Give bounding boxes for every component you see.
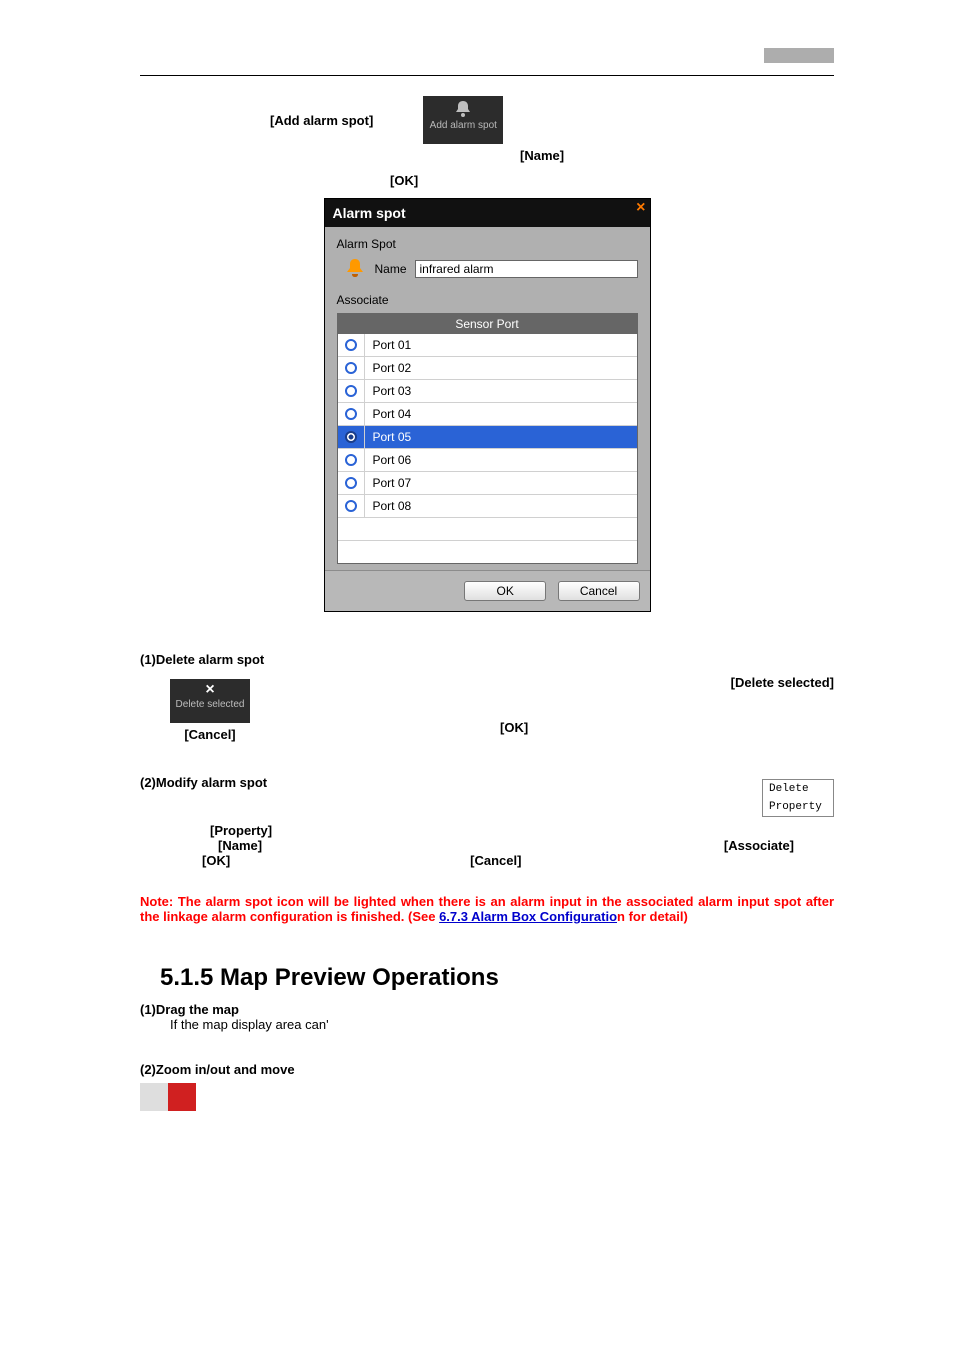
alarm-icon [343, 257, 367, 281]
radio-icon[interactable] [345, 385, 357, 397]
swatch-grey [140, 1083, 168, 1111]
note-text: Note: The alarm spot icon will be lighte… [140, 894, 834, 924]
group-alarm-spot-label: Alarm Spot [337, 237, 638, 251]
heading-drag-the-map: (1)Drag the map [140, 1002, 834, 1017]
link-alarm-box-config[interactable]: 6.7.3 Alarm Box Configuratio [439, 909, 617, 924]
radio-icon[interactable] [345, 408, 357, 420]
cancel-button[interactable]: Cancel [558, 581, 640, 601]
delete-selected-tile[interactable]: × Delete selected [170, 679, 250, 723]
port-label: Port 04 [365, 407, 637, 421]
port-row[interactable]: Port 08 [338, 494, 637, 517]
port-row[interactable]: Port 01 [338, 334, 637, 356]
bell-icon [453, 100, 473, 118]
radio-icon[interactable] [345, 477, 357, 489]
label-associate: [Associate] [724, 838, 794, 853]
heading-delete-alarm-spot: (1)Delete alarm spot [140, 652, 834, 667]
label-add-alarm-spot: [Add alarm spot] [270, 113, 373, 128]
ok-button[interactable]: OK [464, 581, 546, 601]
add-alarm-spot-tile-label: Add alarm spot [430, 120, 497, 131]
sensor-port-header: Sensor Port [338, 314, 637, 334]
port-label: Port 01 [365, 338, 637, 352]
label-ok-top: [OK] [390, 173, 418, 188]
sensor-port-table: Sensor Port Port 01 Port 02 Port 03 Port 04… [337, 313, 638, 564]
dialog-titlebar: Alarm spot × [325, 199, 650, 227]
name-field-label: Name [375, 262, 407, 276]
heading-5-1-5: 5.1.5 Map Preview Operations [160, 964, 834, 992]
label-ok-2: [OK] [500, 720, 528, 735]
header-grey-block [764, 48, 834, 63]
port-row[interactable]: Port 04 [338, 402, 637, 425]
dialog-title-text: Alarm spot [333, 205, 406, 221]
port-label: Port 08 [365, 499, 637, 513]
radio-icon[interactable] [345, 454, 357, 466]
port-label: Port 05 [365, 430, 637, 444]
port-label: Port 03 [365, 384, 637, 398]
radio-icon[interactable] [345, 339, 357, 351]
context-menu: Delete Property [762, 779, 834, 817]
label-name: [Name] [520, 148, 564, 163]
label-delete-selected: [Delete selected] [731, 675, 834, 690]
associate-label: Associate [337, 293, 638, 307]
text-drag-body: If the map display area can' [170, 1017, 834, 1032]
heading-zoom-in-out: (2)Zoom in/out and move [140, 1062, 834, 1077]
radio-icon[interactable] [345, 431, 357, 443]
close-x-icon: × [170, 683, 250, 697]
label-cancel-1: [Cancel] [184, 727, 235, 742]
heading-modify-alarm-spot: (2)Modify alarm spot [140, 775, 762, 790]
port-label: Port 06 [365, 453, 637, 467]
port-label: Port 02 [365, 361, 637, 375]
label-name-2: [Name] [218, 838, 262, 853]
port-row[interactable]: Port 02 [338, 356, 637, 379]
port-label: Port 07 [365, 476, 637, 490]
header-rule [140, 75, 834, 76]
label-ok-3: [OK] [202, 853, 230, 868]
add-alarm-spot-tile[interactable]: Add alarm spot [423, 96, 503, 144]
name-input[interactable] [415, 260, 638, 278]
ctx-menu-property[interactable]: Property [763, 798, 833, 816]
delete-selected-tile-label: Delete selected [176, 699, 245, 710]
ctx-menu-delete[interactable]: Delete [763, 780, 833, 798]
close-icon[interactable]: × [636, 201, 645, 215]
label-cancel-2: [Cancel] [470, 853, 521, 868]
port-row[interactable]: Port 07 [338, 471, 637, 494]
radio-icon[interactable] [345, 362, 357, 374]
color-swatches [140, 1083, 834, 1111]
port-row[interactable]: Port 03 [338, 379, 637, 402]
radio-icon[interactable] [345, 500, 357, 512]
alarm-spot-dialog: Alarm spot × Alarm Spot Name Associate S… [324, 198, 651, 612]
port-row[interactable]: Port 06 [338, 448, 637, 471]
port-row[interactable]: Port 05 [338, 425, 637, 448]
swatch-red [168, 1083, 196, 1111]
label-property: [Property] [210, 823, 272, 838]
